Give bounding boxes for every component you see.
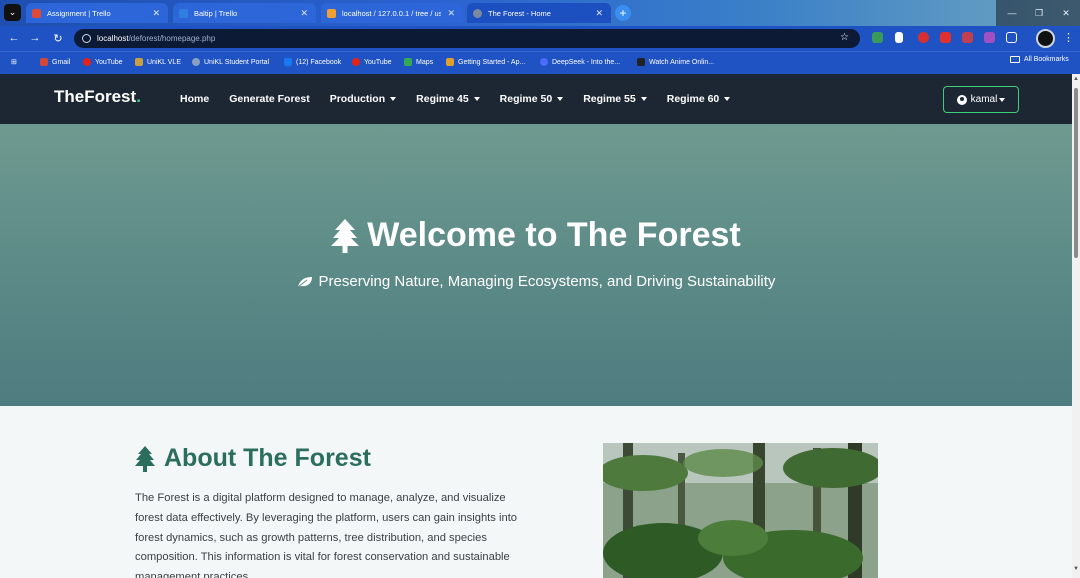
brand-logo[interactable]: TheForest. — [54, 87, 141, 107]
new-tab-button[interactable]: + — [615, 5, 631, 21]
profile-avatar[interactable] — [1036, 29, 1055, 48]
tab-label: The Forest - Home — [488, 8, 551, 18]
user-menu-button[interactable]: kamal — [943, 86, 1019, 113]
bookmark-anime[interactable]: Watch Anime Onlin... — [637, 56, 714, 68]
extension-icon[interactable] — [872, 32, 883, 43]
nav-menu: Home Generate Forest Production Regime 4… — [180, 74, 750, 124]
user-circle-icon — [956, 94, 967, 105]
bookmark-star-icon[interactable]: ☆ — [840, 32, 849, 43]
forward-icon[interactable]: → — [27, 30, 43, 46]
url-path: /deforest/homepage.php — [128, 34, 216, 43]
extension-icon[interactable] — [984, 32, 995, 43]
rainforest-photo — [603, 443, 878, 578]
chevron-down-icon — [473, 97, 480, 101]
bookmark-youtube[interactable]: YouTube — [83, 56, 123, 68]
page-scrollbar[interactable]: ▲ ▼ — [1072, 74, 1080, 578]
bookmark-maps[interactable]: Maps — [404, 56, 433, 68]
browser-tab[interactable]: localhost / 127.0.0.1 / tree / usc ✕ — [321, 3, 463, 23]
about-description: The Forest is a digital platform designe… — [135, 492, 518, 578]
reload-icon[interactable]: ↻ — [50, 30, 66, 46]
extension-icon[interactable] — [918, 32, 929, 43]
phpmyadmin-icon — [327, 8, 336, 18]
scroll-up-icon[interactable]: ▲ — [1073, 76, 1079, 82]
apps-grid-icon[interactable]: ⊞ — [11, 56, 17, 68]
bookmark-unikl-vle[interactable]: UniKL VLE — [135, 56, 181, 68]
leaf-icon — [297, 276, 312, 287]
nav-regime-50[interactable]: Regime 50 — [500, 93, 564, 105]
tab-label: Assignment | Trello — [47, 8, 111, 18]
user-name: kamal — [970, 94, 998, 105]
eyedropper-icon[interactable] — [895, 32, 903, 43]
trello-icon — [179, 8, 188, 18]
tab-label: Baltip | Trello — [194, 8, 238, 18]
bookmark-getting-started[interactable]: Getting Started - Ap... — [446, 56, 525, 68]
nav-production[interactable]: Production — [330, 93, 397, 105]
chevron-down-icon — [724, 97, 731, 101]
scrollbar-thumb[interactable] — [1074, 88, 1078, 258]
nav-regime-60[interactable]: Regime 60 — [667, 93, 731, 105]
site-navbar: TheForest. Home Generate Forest Producti… — [0, 74, 1072, 124]
hero-section: Welcome to The Forest Preserving Nature,… — [0, 124, 1072, 406]
browser-tab[interactable]: Baltip | Trello ✕ — [173, 3, 316, 23]
url-bar[interactable]: localhost/deforest/homepage.php — [74, 29, 860, 48]
bookmark-gmail[interactable]: Gmail — [40, 56, 70, 68]
chevron-down-icon — [640, 97, 647, 101]
page-viewport: TheForest. Home Generate Forest Producti… — [0, 74, 1072, 578]
forest-image — [603, 443, 878, 578]
nav-home[interactable]: Home — [180, 93, 209, 105]
restore-icon[interactable]: ❐ — [1025, 0, 1053, 26]
globe-icon — [473, 8, 482, 18]
bookmark-facebook[interactable]: (12) Facebook — [284, 56, 341, 68]
close-icon[interactable]: ✕ — [595, 8, 603, 19]
trello-icon — [32, 8, 41, 18]
bookmark-deepseek[interactable]: DeepSeek - Into the... — [540, 56, 620, 68]
close-icon[interactable]: ✕ — [300, 8, 308, 19]
minimize-icon[interactable]: — — [998, 0, 1026, 26]
all-bookmarks-button[interactable]: All Bookmarks — [1010, 56, 1069, 63]
tree-icon — [331, 218, 360, 253]
browser-tab[interactable]: Assignment | Trello ✕ — [26, 3, 168, 23]
url-host: localhost — [97, 34, 129, 43]
nav-generate-forest[interactable]: Generate Forest — [229, 93, 310, 105]
close-window-icon[interactable]: ✕ — [1052, 0, 1080, 26]
about-title: About The Forest — [135, 444, 371, 473]
about-section: About The Forest The Forest is a digital… — [0, 406, 1072, 578]
folder-icon — [1010, 56, 1020, 63]
tree-icon — [135, 445, 155, 472]
close-icon[interactable]: ✕ — [152, 8, 160, 19]
chevron-down-icon — [557, 97, 564, 101]
browser-menu-icon[interactable]: ⋮ — [1063, 31, 1074, 44]
scroll-down-icon[interactable]: ▼ — [1073, 566, 1079, 572]
bookmark-youtube-2[interactable]: YouTube — [352, 56, 392, 68]
tab-search-button[interactable]: ⌄ — [4, 4, 21, 21]
tab-label: localhost / 127.0.0.1 / tree / usc — [342, 8, 442, 18]
chevron-down-icon — [390, 97, 397, 101]
chevron-down-icon — [999, 97, 1006, 102]
nav-regime-55[interactable]: Regime 55 — [583, 93, 647, 105]
extension-icon[interactable] — [940, 32, 951, 43]
browser-chrome: ⌄ Assignment | Trello ✕ Baltip | Trello … — [0, 0, 1080, 74]
hero-title: Welcome to The Forest — [0, 216, 1072, 255]
extensions-puzzle-icon[interactable] — [1006, 32, 1017, 43]
bookmark-unikl-portal[interactable]: UniKL Student Portal — [192, 56, 269, 68]
nav-regime-45[interactable]: Regime 45 — [416, 93, 480, 105]
browser-tab-active[interactable]: The Forest - Home ✕ — [467, 3, 611, 23]
extension-icon[interactable] — [962, 32, 973, 43]
hero-subtitle: Preserving Nature, Managing Ecosystems, … — [0, 273, 1072, 290]
back-icon[interactable]: ← — [6, 30, 22, 46]
site-info-icon[interactable] — [82, 34, 91, 43]
close-icon[interactable]: ✕ — [447, 8, 455, 19]
